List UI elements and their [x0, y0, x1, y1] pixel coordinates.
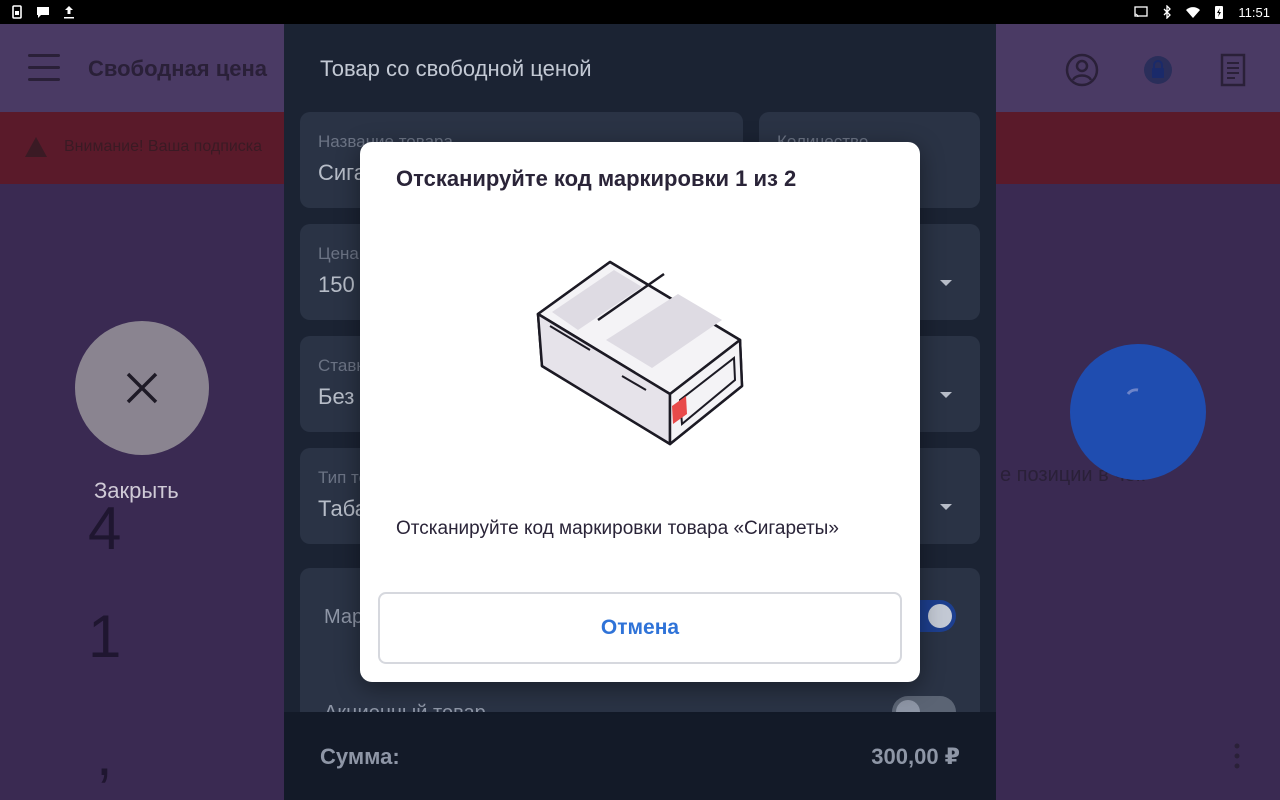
spinner-icon	[1126, 388, 1139, 395]
sum-label: Сумма:	[320, 744, 400, 769]
clock: 11:51	[1238, 4, 1270, 20]
keypad-digit[interactable]: 4	[88, 494, 121, 563]
lock-icon[interactable]	[1140, 52, 1176, 88]
status-bar: 11:51	[0, 0, 1280, 24]
bluetooth-icon	[1163, 5, 1172, 19]
chevron-down-icon	[940, 392, 952, 398]
account-icon[interactable]	[1064, 52, 1100, 88]
dialog-title: Отсканируйте код маркировки 1 из 2	[396, 166, 797, 191]
receipt-icon[interactable]	[1216, 52, 1252, 88]
cast-icon	[1134, 6, 1149, 18]
chevron-down-icon	[940, 504, 952, 510]
cancel-button[interactable]: Отмена	[378, 592, 902, 664]
sum-value: 300,00 ₽	[871, 744, 960, 769]
sim-card-icon	[12, 5, 22, 19]
keypad-comma[interactable]: ,	[96, 720, 113, 789]
chevron-down-icon	[940, 280, 952, 286]
keypad-digit[interactable]: 1	[88, 602, 121, 671]
menu-icon[interactable]	[28, 54, 60, 82]
panel-title: Товар со свободной ценой	[320, 56, 592, 81]
close-button[interactable]	[75, 321, 209, 455]
field-label: Цена	[318, 244, 359, 263]
warning-icon	[25, 137, 47, 157]
cigarette-pack-icon	[536, 260, 744, 446]
close-icon	[126, 372, 158, 404]
field-value: 150	[318, 272, 355, 297]
warning-text: Внимание! Ваша подписка	[64, 138, 263, 155]
battery-charging-icon	[1215, 6, 1224, 19]
sum-footer: Сумма: 300,00 ₽	[284, 712, 996, 800]
chat-bubble-icon	[37, 7, 49, 18]
scan-fab-button[interactable]	[1070, 344, 1206, 480]
scan-dialog: Отсканируйте код маркировки 1 из 2 Отска…	[360, 142, 920, 682]
more-vert-icon[interactable]	[1234, 742, 1240, 770]
dialog-message: Отсканируйте код маркировки товара «Сига…	[396, 518, 839, 539]
wifi-icon	[1186, 7, 1201, 18]
app-title: Свободная цена	[88, 56, 268, 81]
upload-icon	[64, 6, 74, 19]
